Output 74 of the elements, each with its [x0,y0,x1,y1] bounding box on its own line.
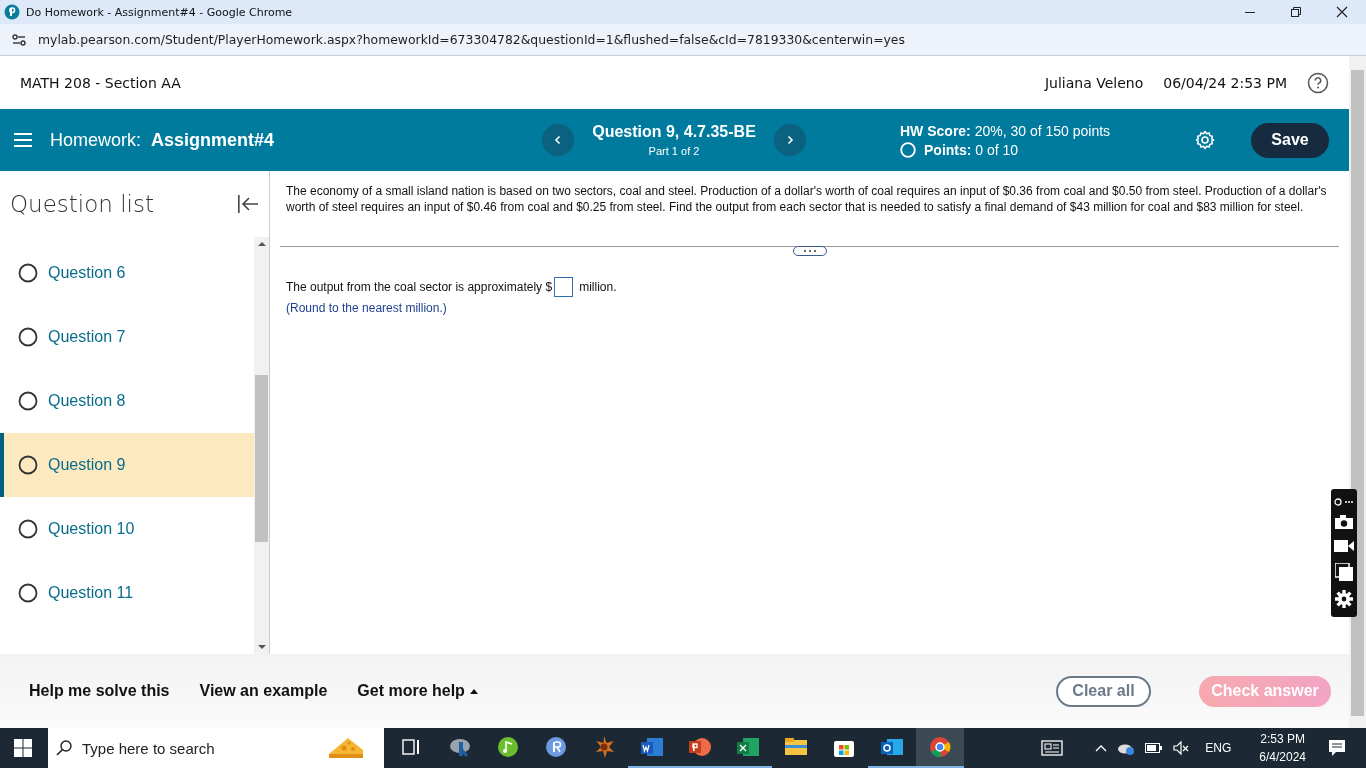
page-scrollbar[interactable] [1349,56,1366,728]
status-circle-icon [18,583,38,603]
part-label: Part 1 of 2 [648,145,700,157]
settings-icon[interactable] [1335,590,1353,609]
question-text: The economy of a small island nation is based on two sectors, coal and steel. Production of a dollar's worth of coal requires an input of $0.36 from coal and $0.50 from steel. Production of a dollar's worth of steel requires an input of $0.46 from coal and $0.25 from steel. Find the output from each sector that is needed to satisfy a final demand of $43 million for coal and $83 million for steel. [286,183,1328,215]
rounding-hint: (Round to the nearest million.) [286,301,448,315]
powerpoint-icon[interactable] [689,736,711,758]
news-icon[interactable] [1041,740,1064,756]
status-circle-icon [18,519,38,539]
question-list-item[interactable]: Question 9 [0,433,254,497]
chrome-icon[interactable] [929,736,951,758]
window-title: Do Homework - Assignment#4 - Google Chrome [26,5,293,19]
homework-label: Homework: [50,129,142,151]
previous-question-button[interactable] [542,124,574,156]
question-list-item[interactable]: Question 11 [0,561,254,625]
status-circle-icon [18,391,38,411]
language-indicator[interactable]: ENG [1205,741,1232,755]
points-score: Points: 0 of 10 [924,141,1019,158]
next-question-button[interactable] [774,124,806,156]
question-list-item[interactable]: Question 6 [0,241,254,305]
battery-icon[interactable] [1145,743,1164,753]
help-icon[interactable] [1307,71,1329,94]
status-circle-icon [18,327,38,347]
clock-time[interactable]: 2:53 PM [1260,732,1305,746]
help-link[interactable]: View an example [199,682,328,700]
question-list-item[interactable]: Question 10 [0,497,254,561]
taskbar-search-field[interactable]: Type here to search [48,728,384,768]
word-icon[interactable] [641,736,663,758]
question-list-item[interactable]: Question 8 [0,369,254,433]
close-icon[interactable] [1336,6,1348,18]
status-circle-icon [900,141,916,158]
windows-start-icon[interactable] [14,739,32,757]
sidebar-scrollbar[interactable] [254,237,269,654]
user-name: Juliana Veleno [1044,74,1144,91]
status-circle-icon [18,455,38,475]
caret-icon [469,688,478,694]
collapse-panel-icon[interactable] [237,194,259,214]
scroll-down-icon[interactable] [257,644,266,650]
excel-icon[interactable] [737,736,759,758]
restore-icon[interactable] [1290,6,1302,18]
help-link[interactable]: Get more help [357,682,478,700]
hw-score: HW Score: 20%, 30 of 150 points [900,122,1111,139]
r-circle-icon[interactable] [545,736,567,758]
date-time: 06/04/24 2:53 PM [1163,74,1287,91]
question-list-title: Question list [10,191,154,217]
clear-all-button[interactable]: Clear all [1056,675,1151,707]
answer-unit: million. [579,280,617,294]
save-button[interactable]: Save [1251,122,1329,158]
notifications-icon[interactable] [1328,739,1346,757]
clock-date[interactable]: 6/4/2024 [1259,750,1306,764]
search-icon [56,740,72,756]
expand-more-button[interactable] [792,246,827,256]
r-app-icon[interactable] [449,736,471,758]
folder-icon[interactable] [785,736,807,758]
site-settings-icon[interactable] [12,33,26,46]
volume-muted-icon[interactable] [1173,741,1190,755]
logo-icon [4,4,20,20]
answer-prompt: The output from the coal sector is approximately $ [286,280,553,294]
video-camera-icon[interactable] [1334,539,1354,553]
link-icon[interactable] [1334,497,1354,506]
chevron-up-icon[interactable] [1095,744,1108,752]
help-link[interactable]: Help me solve this [29,682,170,700]
question-title: Question 9, 4.7.35-BE [592,123,756,141]
assignment-name: Assignment#4 [151,129,275,151]
status-circle-icon [18,263,38,283]
outlook-icon[interactable] [881,736,903,758]
question-list-item[interactable]: Question 7 [0,305,254,369]
music-app-icon[interactable] [497,736,519,758]
course-title: MATH 208 - Section AA [20,74,181,91]
scroll-up-icon[interactable] [257,241,266,247]
windows-icon[interactable] [1335,562,1353,581]
camera-icon[interactable] [1335,515,1353,530]
menu-icon[interactable] [14,133,32,147]
answer-field[interactable] [554,277,574,297]
